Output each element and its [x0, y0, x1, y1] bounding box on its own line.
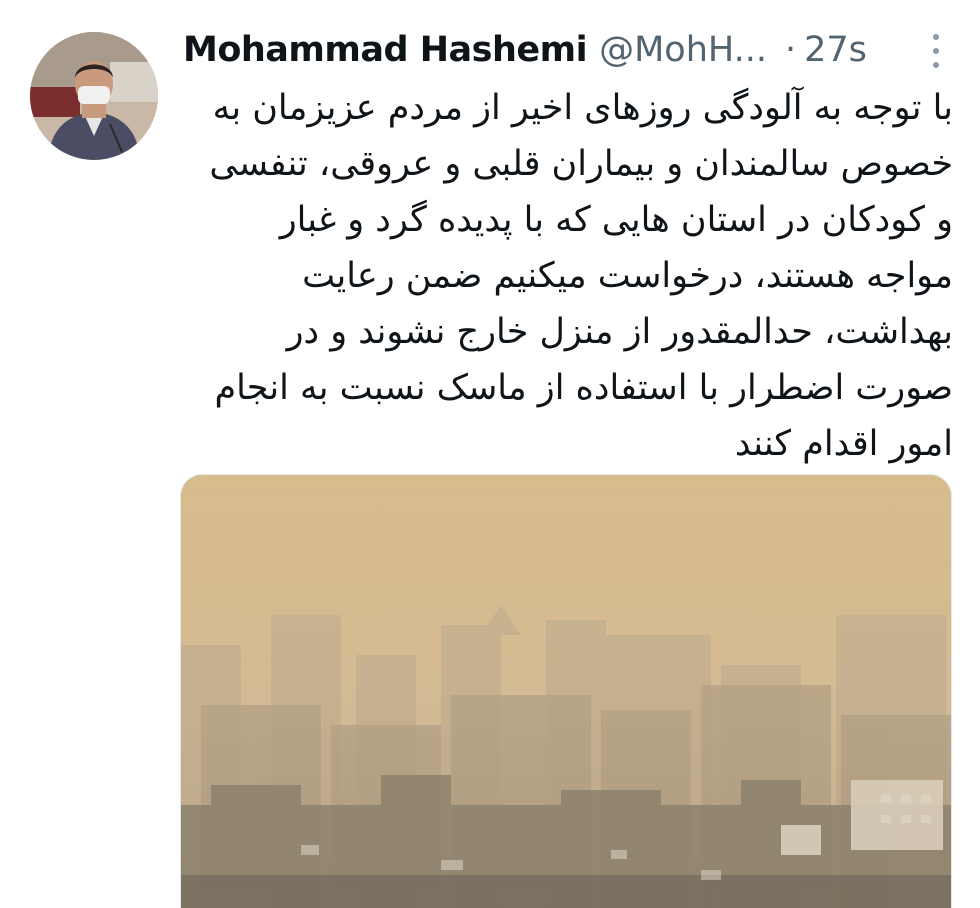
- hazy-city-photo: [181, 475, 951, 908]
- vertical-ellipsis-icon[interactable]: [930, 34, 942, 68]
- ellipsis-dot: [933, 48, 939, 54]
- avatar[interactable]: [30, 32, 158, 160]
- author-display-name[interactable]: Mohammad Hashemi: [183, 30, 588, 70]
- tweet-text-line: خصوص سالمندان و بیماران قلبی و عروقی، تن…: [209, 144, 953, 184]
- profile-photo-icon: [30, 32, 158, 160]
- tweet-text-line: امور اقدام کنند: [734, 424, 953, 464]
- tweet-text-line: بهداشت، حدالمقدور از منزل خارج نشوند و د…: [286, 312, 953, 352]
- tweet-header: Mohammad Hashemi @MohH... · 27s: [183, 22, 953, 78]
- tweet-text-line: مواجه هستند، درخواست میکنیم ضمن رعایت: [302, 256, 953, 296]
- timestamp[interactable]: 27s: [804, 30, 867, 70]
- tweet-text-line: با توجه به آلودگی روزهای اخیر از مردم عز…: [212, 88, 953, 128]
- ellipsis-dot: [933, 34, 939, 40]
- separator-dot: ·: [784, 30, 797, 70]
- tweet-text-line: صورت اضطرار با استفاده از ماسک نسبت به ا…: [214, 368, 953, 408]
- author-handle[interactable]: @MohH...: [599, 30, 767, 70]
- tweet[interactable]: Mohammad Hashemi @MohH... · 27s با توجه …: [0, 0, 980, 908]
- tweet-text-line: و کودکان در استان هایی که با پدیده گرد و…: [279, 200, 953, 240]
- tweet-media-photo[interactable]: [180, 474, 952, 908]
- tweet-text: با توجه به آلودگی روزهای اخیر از مردم عز…: [183, 80, 953, 472]
- ellipsis-dot: [933, 62, 939, 68]
